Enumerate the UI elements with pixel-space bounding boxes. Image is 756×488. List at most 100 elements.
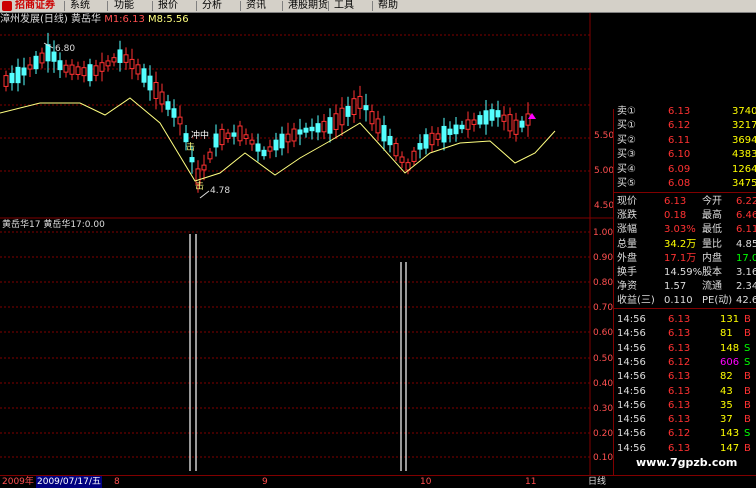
price-tick-label: 5.00 — [594, 166, 613, 176]
menu-hk-futures[interactable]: 港股期货 — [288, 0, 328, 12]
candle-body — [273, 139, 279, 151]
candle-body — [39, 52, 45, 64]
tick-volume: 148 — [720, 342, 740, 354]
tick-price: 6.13 — [668, 371, 691, 383]
tick-time: 14:56 — [617, 356, 646, 368]
candle-body — [501, 114, 507, 122]
menu-analysis[interactable]: 分析 — [202, 0, 222, 12]
candle-body — [471, 119, 477, 125]
menu-help[interactable]: 帮助 — [378, 0, 398, 12]
candle-body — [321, 120, 327, 133]
menu-divider — [372, 1, 373, 11]
cursor-date: 2009/07/17/五 — [36, 476, 102, 488]
menu-quote[interactable]: 报价 — [158, 0, 178, 12]
candle-body — [21, 67, 27, 76]
menu-system[interactable]: 系统 — [70, 0, 90, 12]
menu-divider — [328, 1, 329, 11]
tick-price: 6.13 — [668, 342, 691, 354]
logo-icon — [2, 1, 12, 11]
bid-row: 买④ 6.09 1264 — [614, 163, 756, 177]
candle-body — [111, 57, 117, 63]
candle-body — [87, 64, 93, 82]
candle-body — [357, 95, 363, 109]
candle-body — [489, 109, 495, 121]
month-label: 9 — [262, 477, 268, 487]
logo-text: 招商证券 — [15, 0, 55, 11]
month-label: 10 — [420, 477, 432, 487]
quote-value: 14.59% — [664, 267, 703, 278]
tick-time: 14:56 — [617, 414, 646, 426]
price-tick-label: 5.50 — [594, 131, 613, 141]
menu-divider — [107, 1, 108, 11]
candle-body — [411, 150, 417, 162]
tick-volume: 147 — [720, 442, 740, 454]
tick-row: 14:56 6.13 35 B — [614, 399, 756, 413]
sub-tick-label: 0.10 — [593, 453, 613, 463]
candle-body — [393, 143, 399, 157]
candle-body — [243, 134, 249, 140]
menu-divider — [64, 1, 65, 11]
watermark: www.7gpzb.com — [636, 456, 738, 469]
candle-body — [3, 75, 9, 87]
quote-row: 总量 34.2万 量比 4.85 — [614, 238, 756, 252]
tick-time: 14:56 — [617, 328, 646, 340]
menu-tools[interactable]: 工具 — [334, 0, 354, 12]
candle-body — [141, 68, 147, 83]
candle-body — [171, 108, 177, 118]
bid-row: 买① 6.12 3217 — [614, 119, 756, 133]
candle-body — [339, 107, 345, 126]
candle-body — [381, 125, 387, 142]
menu-function[interactable]: 功能 — [114, 0, 134, 12]
tick-price: 6.13 — [668, 399, 691, 411]
bid-row: 买③ 6.10 4383 — [614, 148, 756, 162]
candle-body — [369, 111, 375, 125]
tick-volume: 143 — [720, 428, 740, 440]
low-price-label: 4.78 — [210, 186, 230, 196]
sub-tick-label: 0.30 — [593, 404, 613, 414]
sub-tick-label: 0.60 — [593, 328, 613, 338]
bid-price: 6.12 — [668, 120, 691, 131]
candle-body — [213, 133, 219, 148]
quote-label: 内盘 — [702, 252, 722, 264]
quote-value: 2.34亿 — [736, 281, 756, 293]
menu-divider — [240, 1, 241, 11]
sub-chart-title: 黄岳华17 黄岳华17:0.00 — [2, 218, 105, 230]
menu-news[interactable]: 资讯 — [246, 0, 266, 12]
candle-body — [279, 133, 285, 149]
tick-row: 14:56 6.13 147 B — [614, 442, 756, 456]
quote-value: 1.57 — [664, 281, 687, 293]
kline-chart[interactable]: 5.50 5.00 4.50 1.00 0.90 0.80 0.70 0.60 0.50 0.40… — [0, 13, 613, 475]
m1-value: M1:6.13 — [104, 14, 145, 25]
tick-side: B — [744, 414, 751, 426]
tick-time: 14:56 — [617, 371, 646, 383]
tick-row: 14:56 6.13 131 B — [614, 313, 756, 327]
quote-label: PE(动) — [702, 295, 733, 307]
candle-body — [495, 110, 501, 118]
tick-volume: 606 — [720, 356, 740, 368]
candle-body — [135, 64, 141, 75]
quote-value: 6.22 — [736, 196, 756, 207]
bid-label: 买⑤ — [617, 178, 636, 189]
period-label[interactable]: 日线 — [588, 476, 606, 488]
candle-body — [81, 67, 87, 77]
candle-body — [315, 123, 321, 133]
sub-tick-label: 0.50 — [593, 354, 613, 364]
signal-text: 击 — [186, 141, 195, 153]
tick-time: 14:56 — [617, 428, 646, 440]
tick-volume: 43 — [720, 385, 733, 397]
candle-body — [63, 64, 69, 73]
candle-body — [333, 113, 339, 130]
candle-body — [387, 135, 393, 146]
quote-label: 现价 — [617, 196, 637, 207]
tick-side: B — [744, 385, 751, 397]
signal-text: 冲 — [191, 129, 200, 141]
tick-side: B — [744, 328, 751, 340]
quote-panel: 卖① 6.13 3740 买① 6.12 3217 买② 6.11 3694 买③ 6.10 4… — [613, 106, 756, 475]
candle-body — [159, 91, 165, 105]
tick-price: 6.13 — [668, 385, 691, 397]
tick-side: S — [744, 342, 751, 354]
candle-body — [375, 118, 381, 134]
chart-title: 漳州发展(日线) 黄岳华 M1:6.13 M8:5.56 — [0, 13, 189, 27]
candle-body — [45, 44, 51, 62]
sub-tick-label: 0.80 — [593, 278, 613, 288]
